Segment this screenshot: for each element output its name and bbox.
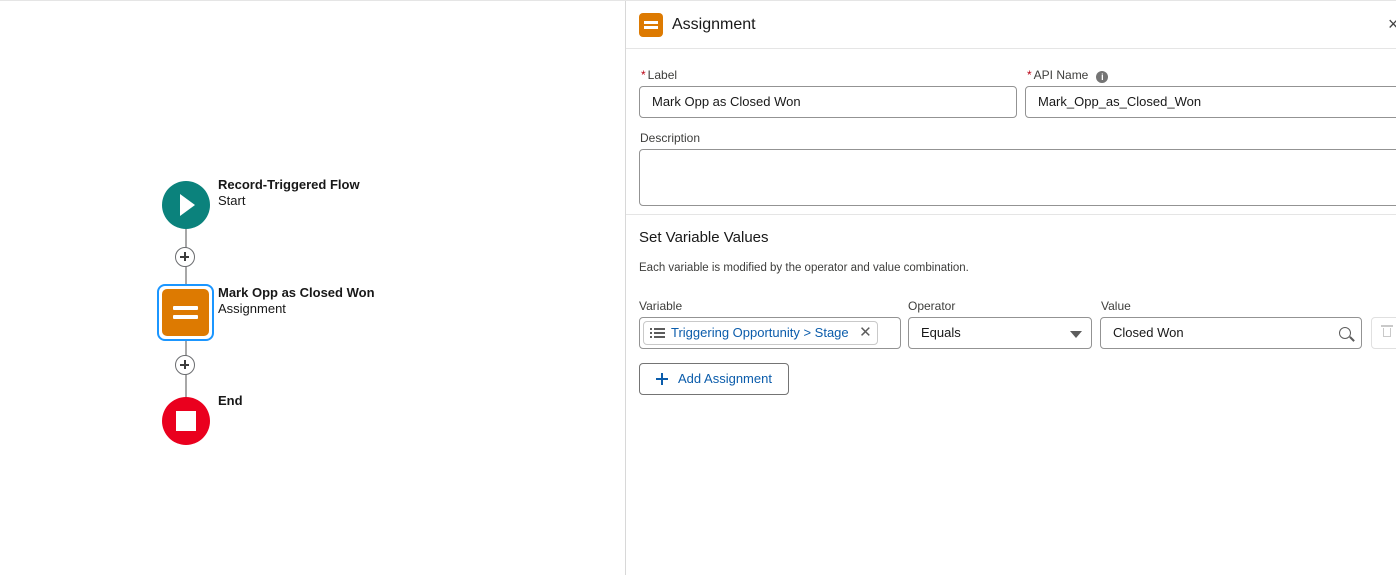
assignment-node-icon (162, 289, 209, 336)
variable-combobox[interactable]: Triggering Opportunity > Stage ✕ (639, 317, 901, 349)
assignment-node-subtitle: Assignment (218, 301, 286, 316)
api-name-label-text: API Name (1033, 68, 1089, 82)
required-marker: * (641, 68, 646, 82)
close-icon[interactable]: × (1388, 14, 1396, 35)
section-divider (626, 214, 1396, 215)
add-assignment-button[interactable]: Add Assignment (639, 363, 789, 395)
value-text: Closed Won (1113, 325, 1184, 340)
assignment-node-title: Mark Opp as Closed Won (218, 285, 375, 300)
add-element-plus-icon[interactable] (175, 247, 195, 267)
variable-pill[interactable]: Triggering Opportunity > Stage ✕ (643, 321, 878, 345)
label-field-label: * Label (641, 68, 677, 82)
assignment-node-label: Mark Opp as Closed Won Assignment (218, 285, 375, 317)
label-input[interactable]: Mark Opp as Closed Won (639, 86, 1017, 118)
end-node-label: End (218, 393, 243, 409)
end-node-title: End (218, 393, 243, 408)
value-input[interactable]: Closed Won (1100, 317, 1362, 349)
start-node-icon[interactable] (162, 181, 210, 229)
add-element-plus-icon[interactable] (175, 355, 195, 375)
variable-pill-label: Triggering Opportunity > Stage (671, 325, 849, 340)
api-name-input[interactable]: Mark_Opp_as_Closed_Won (1025, 86, 1396, 118)
start-node-title: Record-Triggered Flow (218, 177, 360, 192)
label-field-label-text: Label (647, 68, 678, 82)
api-name-field-label: * API Name i (1027, 68, 1109, 83)
description-label: Description (640, 131, 701, 145)
stop-icon (176, 411, 196, 431)
required-marker: * (1027, 68, 1032, 82)
trash-icon (1381, 325, 1393, 337)
section-help-text: Each variable is modified by the operato… (639, 262, 969, 274)
panel-title: Assignment (672, 16, 756, 33)
panel-header: Assignment × (626, 1, 1396, 49)
start-node-subtitle: Start (218, 193, 246, 208)
start-node-label: Record-Triggered Flow Start (218, 177, 360, 209)
assignment-node[interactable] (157, 284, 214, 341)
variable-column-label: Variable (639, 299, 683, 313)
search-icon (1339, 327, 1351, 339)
operator-value: Equals (921, 325, 961, 340)
operator-select[interactable]: Equals (908, 317, 1092, 349)
chevron-down-icon (1070, 331, 1082, 338)
picklist-icon (650, 328, 665, 339)
remove-pill-icon[interactable]: ✕ (859, 322, 872, 344)
play-icon (180, 194, 195, 216)
value-column-label: Value (1101, 299, 1131, 313)
operator-column-label: Operator (908, 299, 956, 313)
add-assignment-label: Add Assignment (678, 371, 772, 386)
end-node-icon[interactable] (162, 397, 210, 445)
section-title: Set Variable Values (639, 229, 769, 246)
properties-panel: Assignment × * Label Mark Opp as Closed W… (625, 1, 1396, 575)
description-textarea[interactable] (639, 149, 1396, 206)
flow-canvas[interactable]: Record-Triggered Flow Start Mark Opp as … (0, 1, 625, 575)
info-icon[interactable]: i (1096, 71, 1109, 83)
assignment-icon (639, 13, 663, 37)
delete-row-button[interactable] (1371, 317, 1396, 349)
add-icon (656, 373, 668, 385)
